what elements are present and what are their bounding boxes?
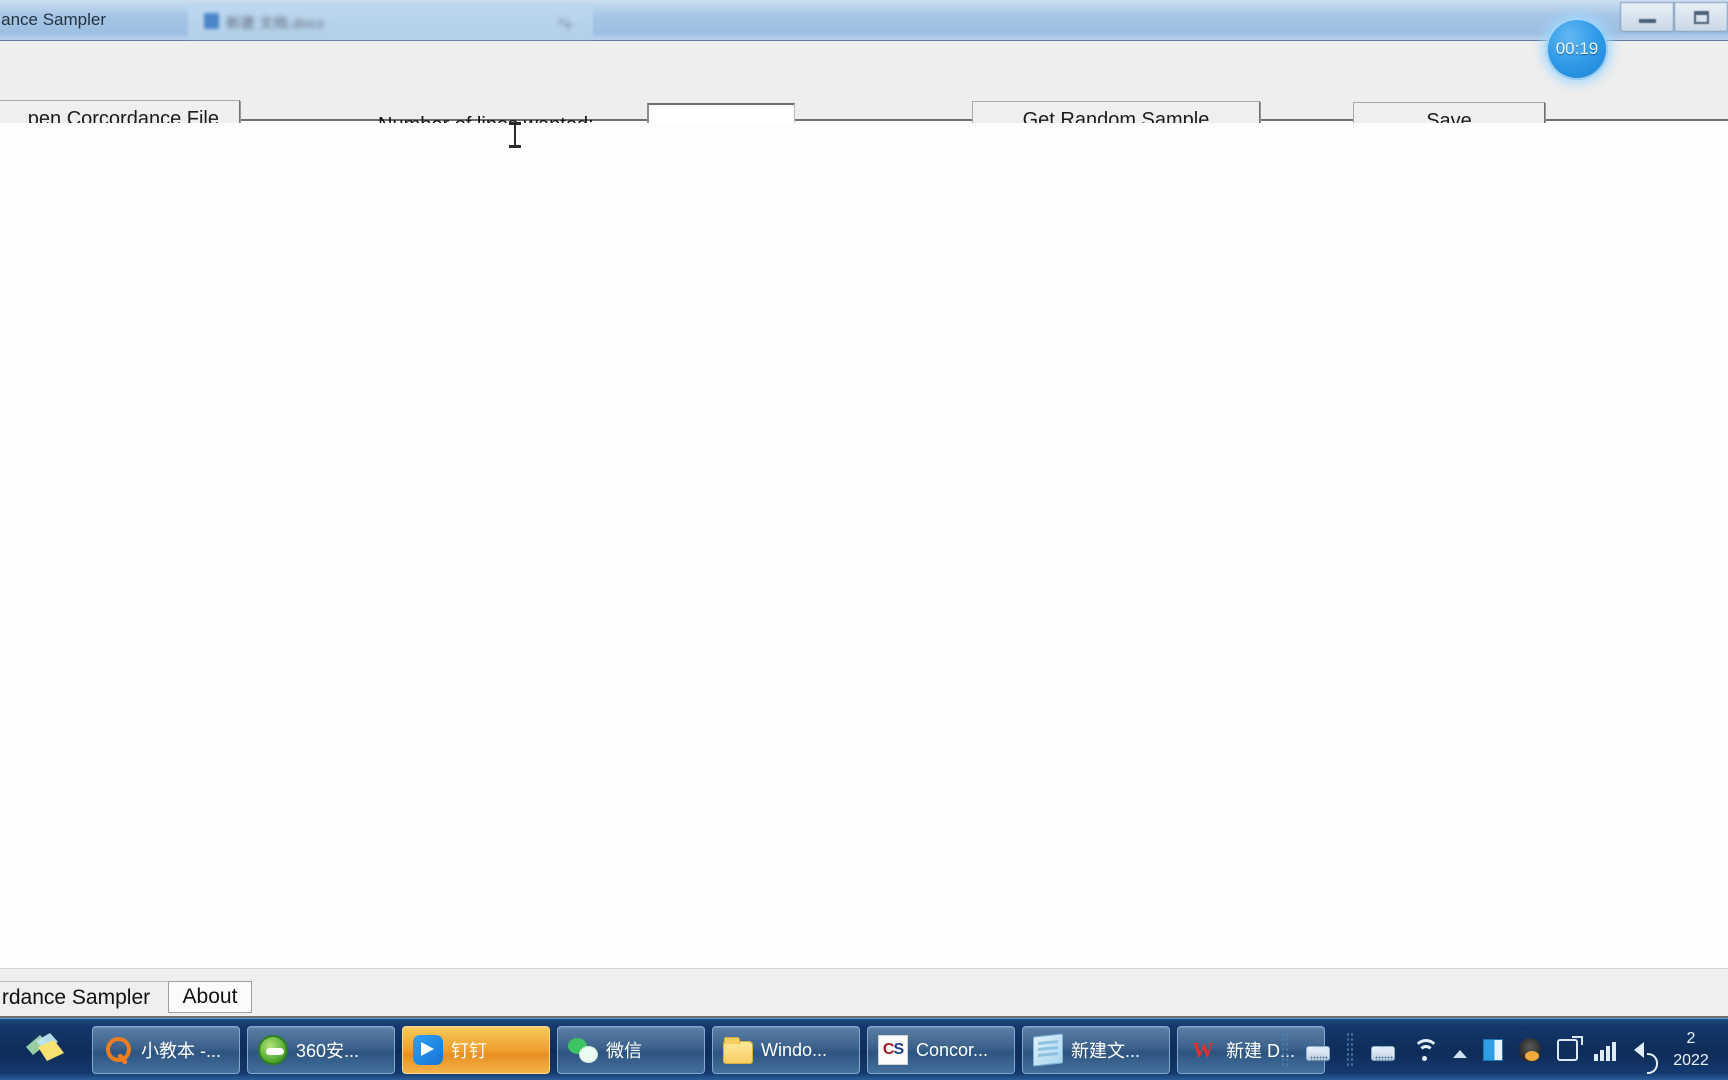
- wps-icon: W: [1192, 1037, 1214, 1062]
- browser-icon: [258, 1035, 288, 1065]
- taskbar-item-wechat[interactable]: 微信: [557, 1026, 705, 1074]
- wechat-icon: [568, 1035, 598, 1065]
- taskbar-item-label: 360安...: [296, 1041, 360, 1061]
- taskbar-item-new-document[interactable]: 新建文...: [1022, 1026, 1170, 1074]
- magnifier-icon: [103, 1035, 133, 1065]
- tray-handle[interactable]: [1281, 1032, 1290, 1068]
- taskbar-item-label: Windo...: [761, 1039, 828, 1060]
- screen-root: 新建 文档.docx ✕ ＋ rdance Sampler 00:19 pen …: [0, 0, 1728, 1080]
- taskbar-item-label: Concor...: [916, 1039, 989, 1060]
- clock-date: 2022: [1673, 1052, 1709, 1069]
- tab-concordance-sampler[interactable]: rdance Sampler: [0, 981, 176, 1013]
- taskbar-item-label: 小教本 -...: [141, 1041, 221, 1061]
- taskbar-item-windows-explorer[interactable]: Windo...: [712, 1026, 860, 1074]
- taskbar-item-label: 微信: [606, 1041, 642, 1061]
- app-toolbar: pen Corcordance File Number of lines wan…: [0, 41, 1728, 140]
- window-controls: [1620, 0, 1728, 34]
- show-hidden-icons-icon[interactable]: [1453, 1050, 1467, 1058]
- taskbar-item-dingtalk[interactable]: 钉钉: [402, 1026, 550, 1074]
- maximize-button[interactable]: [1674, 2, 1728, 32]
- bottom-tab-strip: rdance Sampler About: [0, 968, 1728, 1018]
- taskbar-clock[interactable]: 2 2022: [1648, 1028, 1728, 1072]
- clock-time: 2: [1686, 1030, 1696, 1047]
- maximize-icon: [1693, 10, 1709, 24]
- volume-icon[interactable]: [1634, 1042, 1658, 1074]
- keyboard-icon[interactable]: [1371, 1045, 1395, 1062]
- document-icon: [204, 13, 219, 29]
- tab-about[interactable]: About: [168, 981, 252, 1013]
- dingtalk-icon: [413, 1035, 443, 1065]
- taskbar-item-label: 钉钉: [451, 1041, 487, 1061]
- text-cursor: [509, 122, 521, 148]
- taskbar-item-360[interactable]: 360安...: [247, 1026, 395, 1074]
- minimize-button[interactable]: [1620, 2, 1674, 32]
- keyboard-icon[interactable]: [1306, 1045, 1330, 1062]
- timer-value: 00:19: [1555, 39, 1599, 58]
- notepad-icon: [1033, 1033, 1063, 1067]
- plug-icon[interactable]: [1557, 1036, 1583, 1061]
- timer-badge: 00:19: [1546, 18, 1608, 80]
- tray-handle[interactable]: [1346, 1032, 1355, 1068]
- background-tab-title: 新建 文档.docx: [226, 15, 325, 31]
- minimize-icon: [1638, 19, 1656, 23]
- cs-icon: CS: [878, 1035, 908, 1065]
- qq-icon[interactable]: [1519, 1038, 1541, 1062]
- new-tab-icon[interactable]: ＋: [560, 12, 576, 36]
- taskbar-item-label: 新建文...: [1071, 1041, 1141, 1061]
- system-tray: [1281, 1019, 1658, 1080]
- page-title: rdance Sampler: [0, 10, 107, 29]
- wifi-icon[interactable]: [1411, 1038, 1439, 1062]
- taskbar-items: 小教本 -... 360安... 钉钉 微信 Windo... CS Conco…: [92, 1026, 1325, 1074]
- results-canvas[interactable]: [0, 123, 1728, 968]
- start-button[interactable]: [12, 1025, 80, 1073]
- signal-bars-icon[interactable]: [1594, 1039, 1616, 1061]
- start-orb-icon: [26, 1033, 64, 1061]
- folder-icon: [723, 1036, 753, 1064]
- taskbar-item-concordance[interactable]: CS Concor...: [867, 1026, 1015, 1074]
- background-window-tab[interactable]: 新建 文档.docx ✕: [188, 3, 593, 39]
- book-icon[interactable]: [1483, 1039, 1503, 1061]
- window-titlebar: 新建 文档.docx ✕ ＋: [0, 0, 1728, 41]
- windows-taskbar: 小教本 -... 360安... 钉钉 微信 Windo... CS Conco…: [0, 1018, 1728, 1080]
- taskbar-item-xiaojiaoben[interactable]: 小教本 -...: [92, 1026, 240, 1074]
